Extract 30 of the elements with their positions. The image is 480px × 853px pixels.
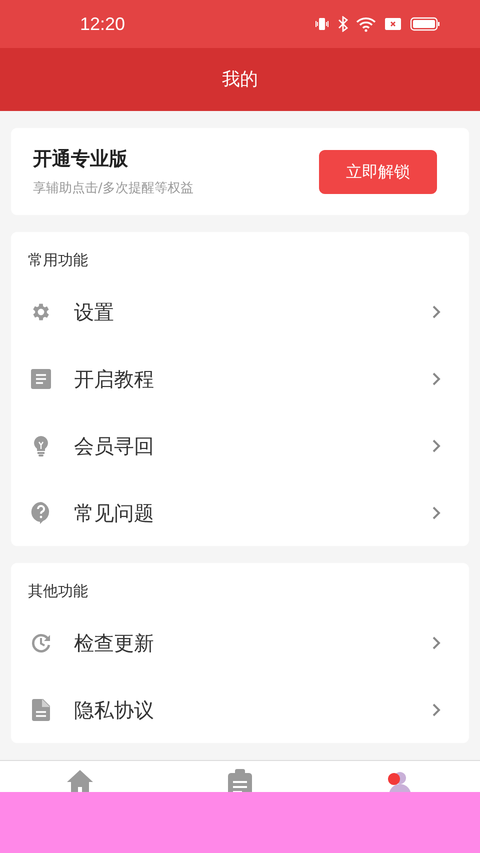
home-icon[interactable] [66, 769, 94, 795]
lightbulb-icon [33, 434, 49, 456]
file-icon [32, 698, 50, 720]
section-title: 其他功能 [27, 581, 89, 601]
chevron-right-icon [432, 506, 441, 520]
wifi-icon [356, 16, 376, 32]
promo-title: 开通专业版 [33, 146, 129, 172]
sim-icon [384, 17, 402, 31]
menu-item[interactable]: 隐私协议 [11, 676, 469, 743]
menu-item[interactable]: 检查更新 [11, 609, 469, 676]
menu-item[interactable]: 会员寻回 [11, 412, 469, 479]
menu-item[interactable]: 开启教程 [11, 345, 469, 412]
chevron-right-icon [432, 438, 441, 452]
menu-item[interactable]: 常见问题 [11, 479, 469, 546]
chevron-right-icon [432, 636, 441, 650]
bluetooth-icon [338, 16, 348, 32]
promo-subtitle: 享辅助点击/多次提醒等权益 [33, 180, 194, 198]
document-icon [31, 368, 51, 388]
vibrate-icon [314, 16, 330, 32]
page-title: 我的 [222, 68, 258, 92]
history-icon [30, 632, 52, 654]
battery-icon [410, 16, 440, 32]
chevron-right-icon [432, 372, 441, 386]
unlock-button[interactable]: 立即解锁 [319, 150, 437, 194]
status-time: 12:20 [80, 12, 126, 36]
chevron-right-icon [432, 702, 441, 716]
menu-item[interactable]: 设置 [11, 278, 469, 345]
chevron-right-icon [432, 304, 441, 318]
question-icon [30, 500, 52, 524]
section-title: 常用功能 [27, 250, 89, 270]
